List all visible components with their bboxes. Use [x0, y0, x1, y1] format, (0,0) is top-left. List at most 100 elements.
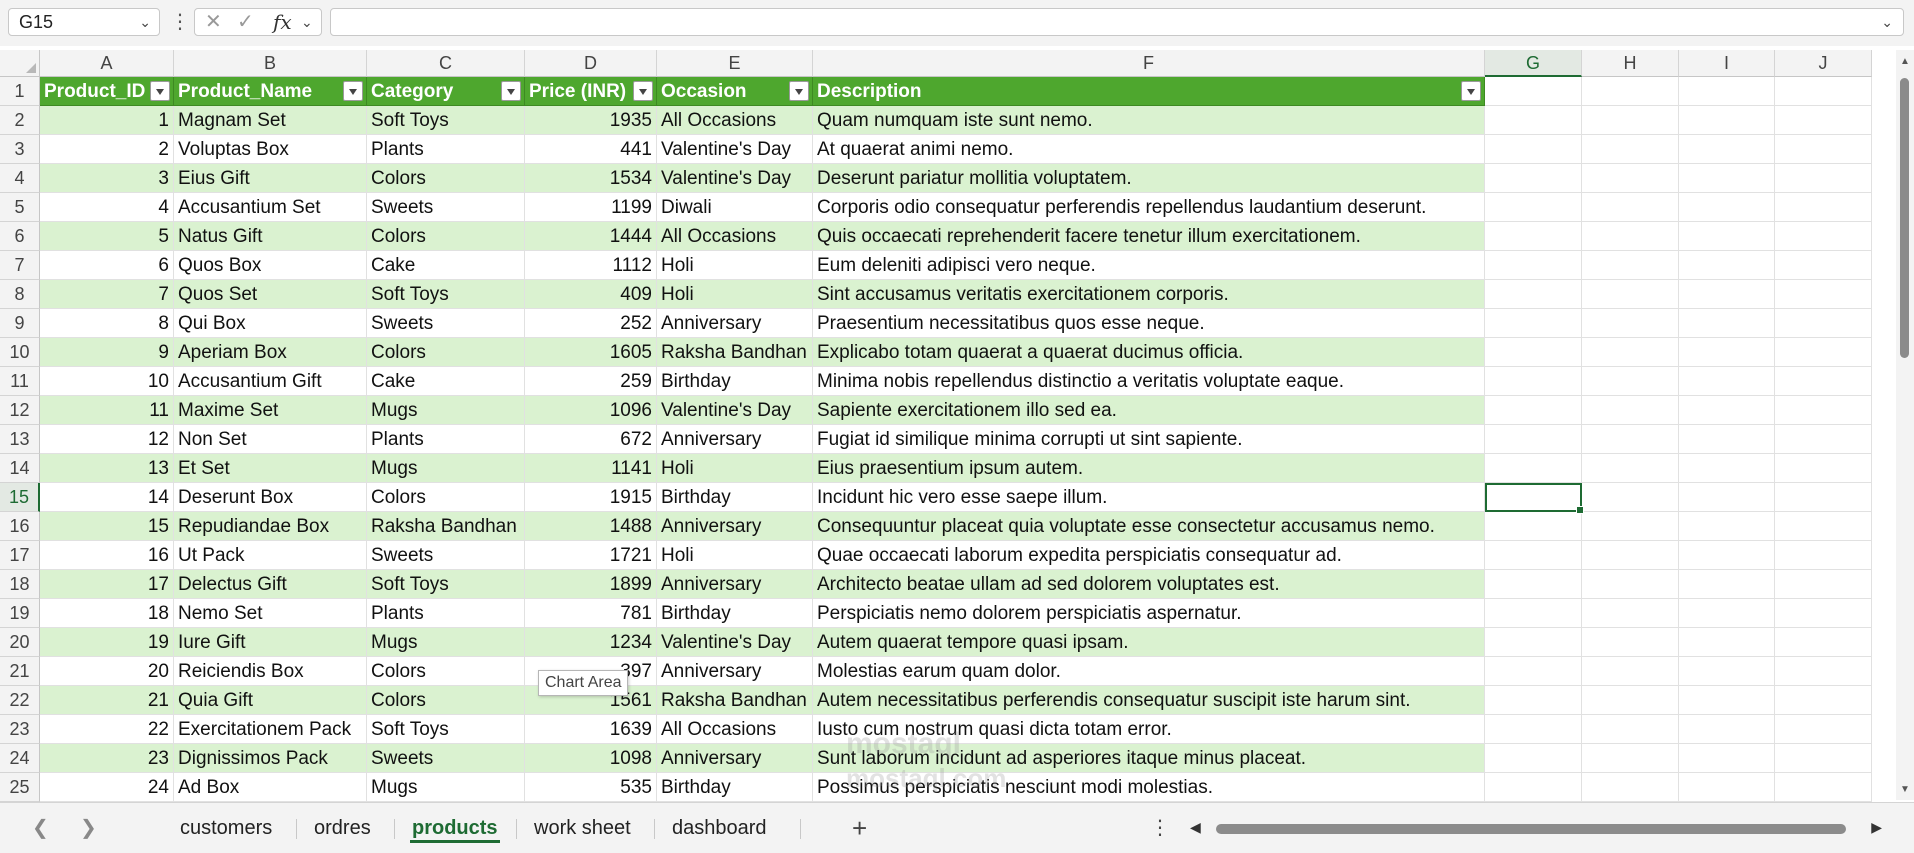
row-header-3[interactable]: 3	[0, 135, 40, 164]
table-cell[interactable]: 1141	[525, 454, 657, 483]
empty-cell[interactable]	[1775, 454, 1872, 483]
table-cell[interactable]: Consequuntur placeat quia voluptate esse…	[813, 512, 1485, 541]
more-options-icon[interactable]: ⋮	[1150, 811, 1170, 845]
empty-cell[interactable]	[1485, 280, 1582, 309]
table-cell[interactable]: 1098	[525, 744, 657, 773]
table-cell[interactable]: Architecto beatae ullam ad sed dolorem v…	[813, 570, 1485, 599]
table-header-cell[interactable]: Product_ID	[40, 77, 174, 106]
empty-cell[interactable]	[1582, 773, 1679, 802]
table-cell[interactable]: 781	[525, 599, 657, 628]
empty-cell[interactable]	[1679, 425, 1775, 454]
empty-cell[interactable]	[1485, 715, 1582, 744]
table-cell[interactable]: Deserunt pariatur mollitia voluptatem.	[813, 164, 1485, 193]
table-cell[interactable]: 409	[525, 280, 657, 309]
empty-cell[interactable]	[1679, 686, 1775, 715]
empty-cell[interactable]	[1485, 251, 1582, 280]
table-cell[interactable]: Eius Gift	[174, 164, 367, 193]
table-cell[interactable]: 441	[525, 135, 657, 164]
horizontal-scrollbar[interactable]: ◀ ▶	[1186, 815, 1886, 843]
check-icon[interactable]: ✓	[237, 9, 254, 35]
table-cell[interactable]: 1234	[525, 628, 657, 657]
table-cell[interactable]: 1605	[525, 338, 657, 367]
table-cell[interactable]: Sweets	[367, 744, 525, 773]
empty-cell[interactable]	[1775, 280, 1872, 309]
empty-cell[interactable]	[1679, 77, 1775, 106]
empty-cell[interactable]	[1679, 251, 1775, 280]
table-cell[interactable]: 24	[40, 773, 174, 802]
table-cell[interactable]: 20	[40, 657, 174, 686]
row-header-17[interactable]: 17	[0, 541, 40, 570]
empty-cell[interactable]	[1582, 367, 1679, 396]
active-cell-selection[interactable]	[1485, 483, 1584, 514]
table-cell[interactable]: 11	[40, 396, 174, 425]
empty-cell[interactable]	[1679, 106, 1775, 135]
table-cell[interactable]: Quos Box	[174, 251, 367, 280]
column-header-h[interactable]: H	[1582, 50, 1679, 77]
table-cell[interactable]: Colors	[367, 164, 525, 193]
table-cell[interactable]: 9	[40, 338, 174, 367]
empty-cell[interactable]	[1582, 715, 1679, 744]
expand-formula-icon[interactable]: ⌄	[1881, 9, 1893, 35]
row-header-5[interactable]: 5	[0, 193, 40, 222]
table-cell[interactable]: Eius praesentium ipsum autem.	[813, 454, 1485, 483]
empty-cell[interactable]	[1582, 541, 1679, 570]
column-header-f[interactable]: F	[813, 50, 1485, 77]
table-cell[interactable]: Plants	[367, 425, 525, 454]
empty-cell[interactable]	[1679, 541, 1775, 570]
empty-cell[interactable]	[1679, 164, 1775, 193]
empty-cell[interactable]	[1775, 77, 1872, 106]
add-sheet-icon[interactable]: +	[852, 811, 867, 845]
table-cell[interactable]: Holi	[657, 280, 813, 309]
table-cell[interactable]: Corporis odio consequatur perferendis re…	[813, 193, 1485, 222]
table-cell[interactable]: Qui Box	[174, 309, 367, 338]
table-cell[interactable]: Cake	[367, 367, 525, 396]
table-cell[interactable]: Valentine's Day	[657, 396, 813, 425]
row-header-16[interactable]: 16	[0, 512, 40, 541]
vertical-scrollbar[interactable]: ▲ ▼	[1896, 50, 1914, 800]
column-header-g[interactable]: G	[1485, 50, 1582, 77]
table-cell[interactable]: 14	[40, 483, 174, 512]
empty-cell[interactable]	[1582, 251, 1679, 280]
sheet-tab-ordres[interactable]: ordres	[300, 809, 385, 847]
table-cell[interactable]: Plants	[367, 135, 525, 164]
table-cell[interactable]: Iure Gift	[174, 628, 367, 657]
table-cell[interactable]: Holi	[657, 541, 813, 570]
table-header-cell[interactable]: Product_Name	[174, 77, 367, 106]
row-header-10[interactable]: 10	[0, 338, 40, 367]
filter-dropdown-icon[interactable]	[633, 81, 653, 101]
table-cell[interactable]: Aperiam Box	[174, 338, 367, 367]
row-header-4[interactable]: 4	[0, 164, 40, 193]
table-cell[interactable]: Mugs	[367, 628, 525, 657]
table-cell[interactable]: Repudiandae Box	[174, 512, 367, 541]
column-header-j[interactable]: J	[1775, 50, 1872, 77]
table-cell[interactable]: Colors	[367, 222, 525, 251]
empty-cell[interactable]	[1485, 570, 1582, 599]
empty-cell[interactable]	[1679, 193, 1775, 222]
table-cell[interactable]: Deserunt Box	[174, 483, 367, 512]
sheet-tab-dashboard[interactable]: dashboard	[658, 809, 781, 847]
table-cell[interactable]: Holi	[657, 251, 813, 280]
empty-cell[interactable]	[1485, 599, 1582, 628]
table-cell[interactable]: Mugs	[367, 396, 525, 425]
empty-cell[interactable]	[1485, 367, 1582, 396]
sheet-tab-products[interactable]: products	[398, 809, 512, 847]
empty-cell[interactable]	[1775, 367, 1872, 396]
fx-icon[interactable]: fx	[273, 9, 292, 35]
table-cell[interactable]: 1915	[525, 483, 657, 512]
empty-cell[interactable]	[1485, 222, 1582, 251]
empty-cell[interactable]	[1775, 686, 1872, 715]
empty-cell[interactable]	[1582, 338, 1679, 367]
empty-cell[interactable]	[1485, 628, 1582, 657]
table-cell[interactable]: Sint accusamus veritatis exercitationem …	[813, 280, 1485, 309]
empty-cell[interactable]	[1582, 657, 1679, 686]
table-cell[interactable]: 1199	[525, 193, 657, 222]
table-cell[interactable]: Non Set	[174, 425, 367, 454]
table-cell[interactable]: Anniversary	[657, 512, 813, 541]
empty-cell[interactable]	[1775, 396, 1872, 425]
table-cell[interactable]: 23	[40, 744, 174, 773]
empty-cell[interactable]	[1485, 106, 1582, 135]
table-cell[interactable]: Mugs	[367, 773, 525, 802]
table-cell[interactable]: 12	[40, 425, 174, 454]
table-cell[interactable]: Autem necessitatibus perferendis consequ…	[813, 686, 1485, 715]
empty-cell[interactable]	[1775, 512, 1872, 541]
